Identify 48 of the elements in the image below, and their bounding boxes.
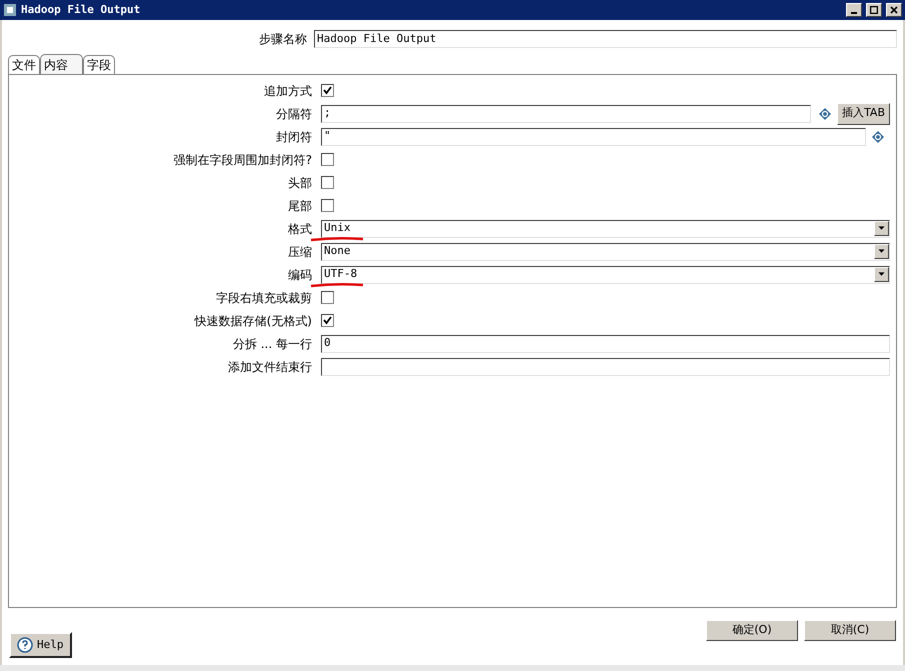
text-field[interactable] [321, 358, 890, 376]
field-label: 头部 [287, 174, 313, 192]
tab[interactable]: 内容 [40, 54, 83, 74]
text-field[interactable]: " [321, 128, 866, 146]
minimize-button[interactable] [846, 3, 862, 17]
checkbox[interactable] [321, 176, 334, 189]
dropdown-value: Unix [324, 220, 350, 236]
checkbox[interactable] [321, 153, 334, 166]
tab[interactable]: 字段 [83, 55, 115, 74]
dropdown[interactable]: None [321, 242, 890, 260]
checkbox[interactable] [321, 291, 334, 304]
close-button[interactable] [886, 3, 902, 17]
dropdown-value: None [324, 243, 350, 260]
check-icon [323, 316, 332, 325]
checkbox[interactable] [321, 314, 334, 327]
dropdown[interactable]: UTF-8 [321, 266, 890, 284]
dialog-button[interactable]: 取消(C) [804, 620, 896, 641]
checkbox[interactable] [321, 199, 334, 212]
field-label: 分拆 ... 每一行 [232, 336, 313, 352]
help-button[interactable]: Help [9, 632, 72, 658]
insert-tab-button[interactable]: 插入TAB [837, 102, 890, 124]
field-label: 尾部 [287, 198, 313, 214]
text-field[interactable]: ; [321, 104, 812, 122]
checkbox[interactable] [321, 84, 334, 97]
close-icon [890, 6, 898, 14]
maximize-button[interactable] [866, 3, 882, 17]
dropdown-value: UTF-8 [324, 266, 358, 282]
dialog-button[interactable]: 确定(O) [706, 620, 798, 641]
field-label: 格式 [287, 220, 313, 238]
field-label: 压缩 [287, 244, 313, 260]
step-name-label: 步骤名称 [258, 31, 308, 48]
help-icon [17, 637, 33, 653]
field-label: 字段右填充或裁剪 [215, 290, 313, 306]
tab[interactable]: 文件 [8, 55, 40, 74]
window-app-icon [3, 3, 17, 17]
check-icon [323, 86, 332, 95]
field-label: 强制在字段周围加封闭符? [172, 152, 313, 168]
field-label: 追加方式 [263, 82, 313, 100]
step-name-field[interactable]: Hadoop File Output [314, 30, 897, 48]
field-label: 编码 [287, 266, 313, 284]
field-label: 添加文件结束行 [227, 358, 313, 376]
text-field[interactable]: 0 [321, 334, 890, 352]
maximize-icon [870, 6, 878, 14]
field-label: 快速数据存储(无格式) [193, 312, 313, 330]
field-label: 封闭符 [275, 128, 313, 146]
field-label: 分隔符 [275, 106, 313, 122]
dropdown[interactable]: Unix [321, 220, 890, 238]
window-title: Hadoop File Output [21, 2, 142, 18]
